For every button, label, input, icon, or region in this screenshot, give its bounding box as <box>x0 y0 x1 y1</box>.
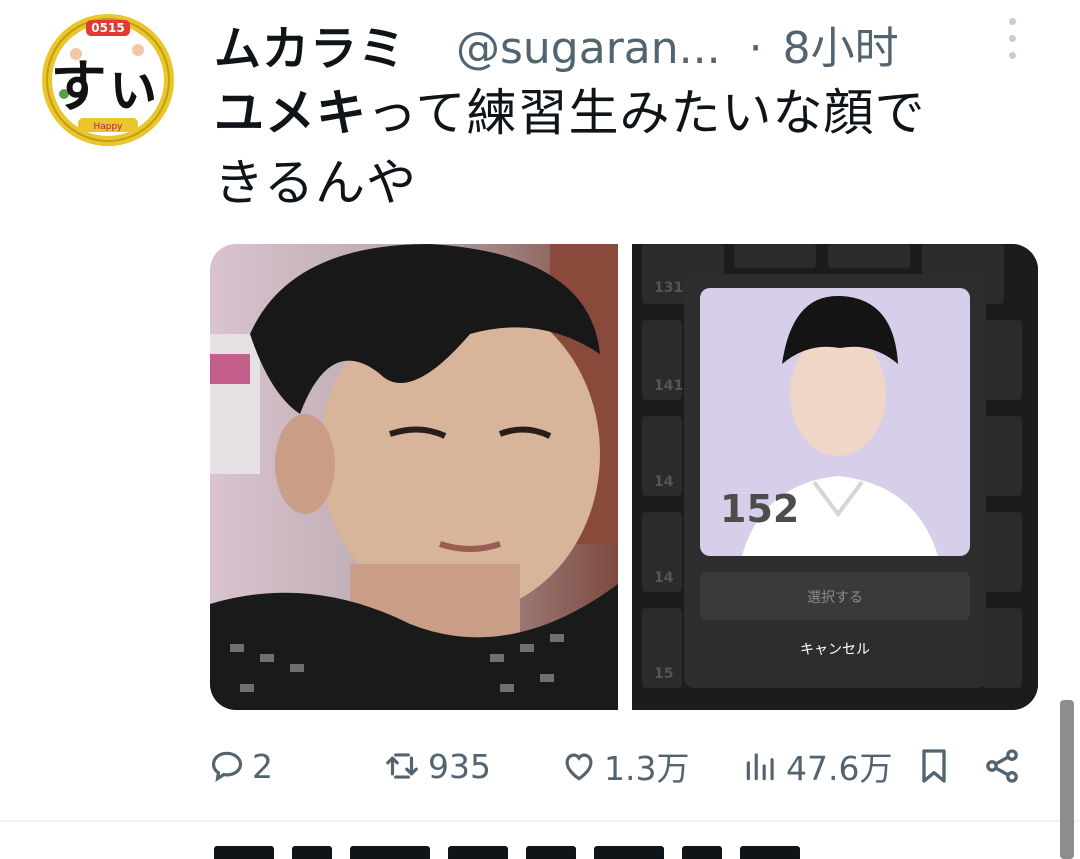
retweet-button[interactable]: 935 <box>382 740 491 792</box>
retweet-icon <box>386 753 418 779</box>
grid-number: 14 <box>654 474 674 490</box>
grid-number: 14 <box>654 570 674 586</box>
author-name[interactable]: ムカラミ <box>214 10 406 79</box>
reply-count: 2 <box>252 746 273 786</box>
next-tweet-peek[interactable] <box>214 846 954 859</box>
svg-text:Happy: Happy <box>93 122 123 132</box>
scrollbar[interactable] <box>1060 700 1074 859</box>
reply-icon <box>211 751 243 782</box>
share-icon <box>986 749 1018 783</box>
tweet-text-rest: って練習生みたいな顔で <box>367 84 926 142</box>
views-count: 47.6万 <box>786 749 893 788</box>
separator-dot: · <box>748 23 763 74</box>
action-bar: 2 935 1.3万 47.6万 <box>0 740 1080 792</box>
avatar-badge: 0515 <box>91 21 124 35</box>
views-icon <box>746 753 774 781</box>
reply-button[interactable]: 2 <box>208 740 273 792</box>
tweet-text-bold: ユメキ <box>214 84 367 142</box>
bookmark-icon <box>922 749 946 783</box>
media-photo-right[interactable]: 131 141 14 14 15 152 選択する キャンセル <box>632 244 1038 710</box>
card-number: 152 <box>720 487 799 531</box>
grid-number: 131 <box>654 280 683 296</box>
author-handle[interactable]: @sugaran... <box>456 23 721 74</box>
tweet-header: ムカラミ @sugaran... · 8小时 <box>214 6 1034 77</box>
views-button[interactable]: 47.6万 <box>742 740 892 792</box>
heart-icon <box>565 753 593 781</box>
tweet-divider <box>0 820 1080 822</box>
avatar[interactable]: Happy 0515 すぃ <box>42 14 174 146</box>
media-photo-left[interactable] <box>210 244 618 710</box>
tweet-media[interactable]: 131 141 14 14 15 152 選択する キャンセル <box>210 244 1038 710</box>
grid-number: 141 <box>654 378 683 394</box>
tweet-text-line2: きるんや <box>214 154 417 212</box>
tweet-text: ユメキって練習生みたいな顔で きるんや <box>214 78 1034 218</box>
bookmark-button[interactable] <box>914 740 960 792</box>
retweet-count: 935 <box>428 746 491 786</box>
cancel-button[interactable]: キャンセル <box>800 642 870 658</box>
share-button[interactable] <box>982 740 1028 792</box>
tweet-time[interactable]: 8小时 <box>783 23 899 74</box>
like-button[interactable]: 1.3万 <box>560 740 689 792</box>
author-handle-line: @sugaran... · 8小时 <box>456 12 899 76</box>
select-button[interactable]: 選択する <box>807 590 863 606</box>
like-count: 1.3万 <box>604 749 690 788</box>
grid-number: 15 <box>654 666 673 682</box>
more-dots-icon[interactable] <box>1006 18 1018 62</box>
avatar-glyph: すぃ <box>51 55 162 120</box>
